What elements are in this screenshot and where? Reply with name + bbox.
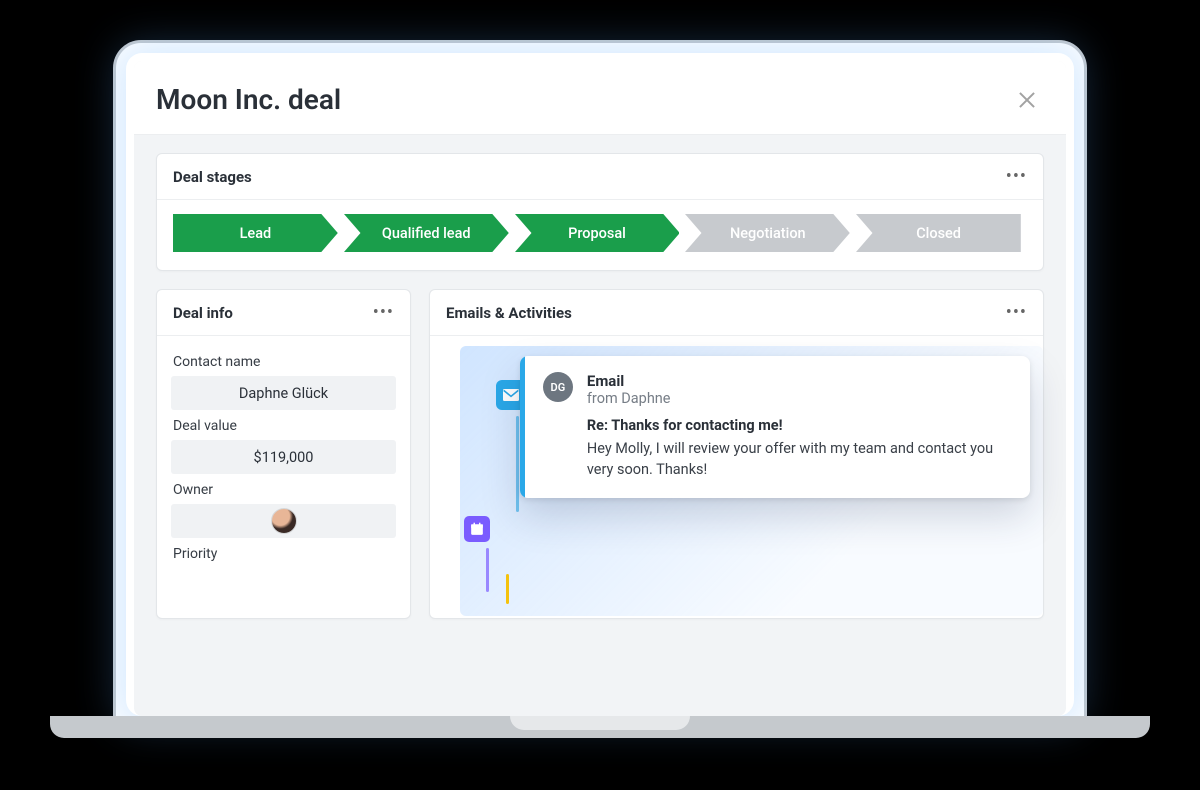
close-icon[interactable]: [1018, 91, 1036, 109]
stage-lead[interactable]: Lead: [173, 214, 338, 252]
stage-label: Lead: [240, 225, 272, 242]
owner-field[interactable]: [171, 504, 396, 538]
timeline-line: [506, 574, 509, 604]
stage-negotiation[interactable]: Negotiation: [685, 214, 850, 252]
app-screen: Moon Inc. deal Deal stages ••• Lead Qual…: [134, 61, 1066, 716]
more-icon[interactable]: •••: [373, 302, 394, 323]
priority-label: Priority: [173, 546, 396, 562]
deal-stages-card: Deal stages ••• Lead Qualified lead Pro: [156, 153, 1044, 271]
stage-label: Qualified lead: [382, 225, 471, 242]
deal-value-label: Deal value: [173, 418, 396, 434]
sender-avatar: DG: [543, 372, 573, 402]
stage-proposal[interactable]: Proposal: [515, 214, 680, 252]
more-icon[interactable]: •••: [1006, 166, 1027, 187]
owner-avatar: [271, 508, 297, 534]
stage-qualified-lead[interactable]: Qualified lead: [344, 214, 509, 252]
timeline-line: [486, 548, 489, 592]
stage-label: Closed: [916, 225, 961, 242]
deal-stages-title: Deal stages: [173, 168, 252, 186]
stage-label: Negotiation: [730, 225, 806, 242]
deal-value-value: $119,000: [254, 449, 314, 466]
contact-name-value: Daphne Glück: [239, 385, 328, 402]
timeline-line: [516, 416, 519, 512]
deal-value-field[interactable]: $119,000: [171, 440, 396, 474]
activities-card: Emails & Activities •••: [429, 289, 1044, 619]
email-subject: Re: Thanks for contacting me!: [587, 417, 1010, 434]
app-header: Moon Inc. deal: [134, 61, 1066, 135]
stage-track: Lead Qualified lead Proposal Negotiation: [173, 214, 1027, 252]
page-title: Moon Inc. deal: [156, 83, 341, 116]
stage-label: Proposal: [568, 225, 626, 242]
email-preview-card[interactable]: DG Email from Daphne Re: Thanks for cont…: [520, 356, 1030, 498]
owner-label: Owner: [173, 482, 396, 498]
laptop-frame: Moon Inc. deal Deal stages ••• Lead Qual…: [113, 40, 1087, 716]
contact-name-label: Contact name: [173, 354, 396, 370]
activities-title: Emails & Activities: [446, 304, 572, 322]
activity-type-label: Email: [587, 372, 1010, 390]
more-icon[interactable]: •••: [1006, 302, 1027, 323]
calendar-icon[interactable]: [464, 516, 490, 542]
deal-info-card: Deal info ••• Contact name Daphne Glück …: [156, 289, 411, 619]
stage-closed[interactable]: Closed: [856, 214, 1021, 252]
laptop-notch: [510, 716, 690, 730]
activity-from-label: from Daphne: [587, 390, 1010, 407]
email-body-snippet: Hey Molly, I will review your offer with…: [587, 438, 1010, 480]
deal-info-title: Deal info: [173, 304, 233, 322]
contact-name-field[interactable]: Daphne Glück: [171, 376, 396, 410]
